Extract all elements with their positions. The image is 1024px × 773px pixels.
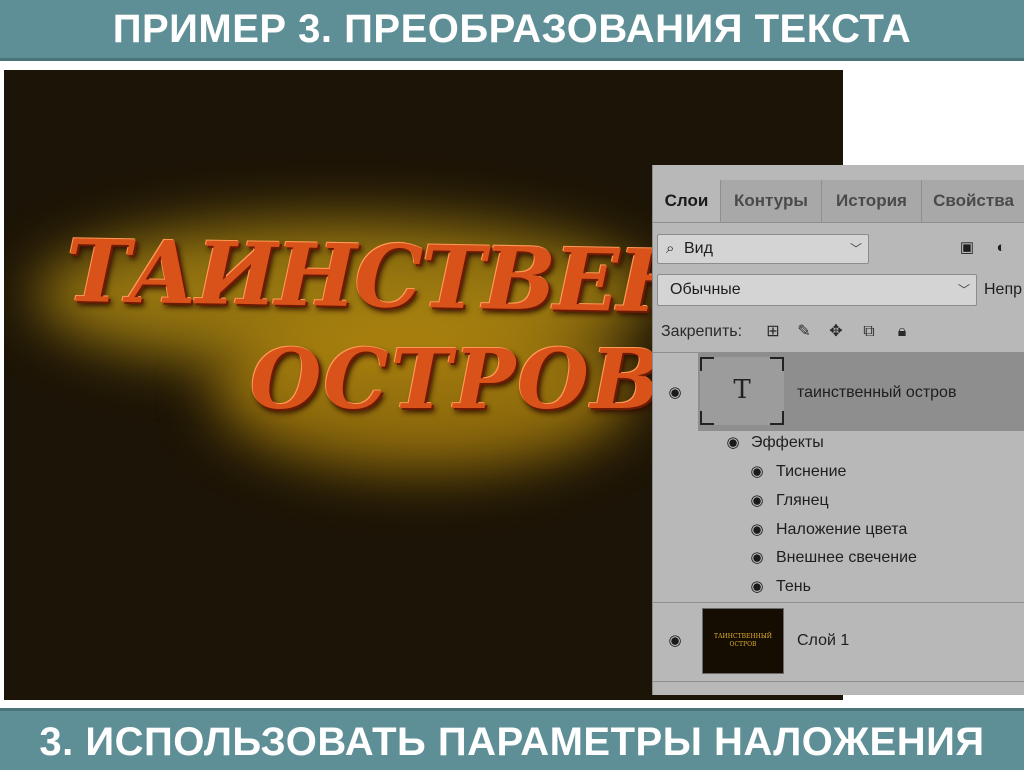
thumb-text-line-2: ОСТРОВ (729, 641, 757, 648)
effect-item[interactable]: Тиснение (776, 461, 846, 483)
lock-image-pixels-icon[interactable]: ✎ (793, 319, 815, 345)
eye-icon[interactable]: ◉ (747, 491, 767, 509)
tab-history[interactable]: История (822, 180, 922, 222)
lock-position-icon[interactable]: ✥ (825, 319, 847, 345)
eye-icon[interactable]: ◉ (747, 520, 767, 538)
layer-name[interactable]: Слой 1 (797, 632, 849, 650)
slide-footer: 3. ИСПОЛЬЗОВАТЬ ПАРАМЕТРЫ НАЛОЖЕНИЯ (0, 708, 1024, 770)
eye-icon[interactable]: ◉ (747, 577, 767, 595)
raster-layer-thumbnail: ТАИНСТВЕННЫЙ ОСТРОВ (702, 608, 784, 674)
panel-tabs: Слои Контуры История Свойства (653, 180, 1024, 223)
eye-icon[interactable]: ◉ (665, 631, 685, 649)
layers-panel: Слои Контуры История Свойства ⌕ Вид ﹀ ▣ … (652, 165, 1024, 695)
slide-title: ПРИМЕР 3. ПРЕОБРАЗОВАНИЯ ТЕКСТА (0, 0, 1024, 61)
blend-mode-value: Обычные (670, 281, 741, 298)
opacity-label: Непр (984, 281, 1023, 298)
chevron-down-icon: ﹀ (957, 283, 970, 297)
eye-icon[interactable]: ◉ (665, 383, 685, 401)
image-filter-icon[interactable]: ▣ (955, 235, 979, 261)
tab-properties[interactable]: Свойства (922, 180, 1024, 222)
chevron-down-icon: ﹀ (849, 242, 862, 256)
text-layer-icon: T (733, 375, 751, 405)
adjustment-filter-icon[interactable]: ◐ (989, 235, 1013, 261)
effect-item[interactable]: Наложение цвета (776, 519, 907, 541)
lock-artboard-icon[interactable]: ⧉ (858, 319, 880, 345)
search-icon: ⌕ (666, 240, 675, 257)
tab-layers[interactable]: Слои (653, 180, 721, 222)
layer-filter-select[interactable]: ⌕ Вид ﹀ (657, 234, 869, 264)
lock-all-icon[interactable]: 🔒︎ (891, 319, 913, 345)
canvas-text-line-2: ОСТРОВ (250, 332, 663, 428)
layer-filter-value: Вид (684, 240, 713, 257)
eye-icon[interactable]: ◉ (747, 548, 767, 566)
divider (653, 681, 1024, 682)
eye-icon[interactable]: ◉ (723, 433, 743, 451)
blend-mode-select[interactable]: Обычные ﹀ (657, 274, 977, 306)
lock-label: Закрепить: (661, 323, 743, 340)
layer-name[interactable]: таинственный остров (797, 384, 956, 402)
text-layer-thumbnail: T (700, 357, 784, 425)
effect-item[interactable]: Тень (776, 576, 811, 598)
effect-item[interactable]: Внешнее свечение (776, 547, 917, 569)
effects-label[interactable]: Эффекты (751, 432, 824, 454)
eye-icon[interactable]: ◉ (747, 462, 767, 480)
thumb-text-line-1: ТАИНСТВЕННЫЙ (714, 633, 772, 640)
tab-paths[interactable]: Контуры (721, 180, 822, 222)
divider (653, 602, 1024, 603)
lock-transparent-pixels-icon[interactable]: ⊞ (762, 319, 784, 345)
effect-item[interactable]: Глянец (776, 490, 829, 512)
